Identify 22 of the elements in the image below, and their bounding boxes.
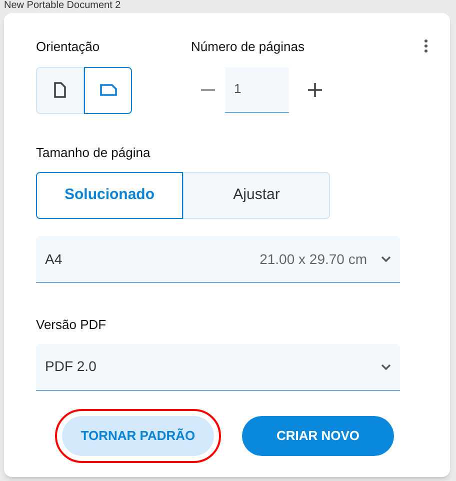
- action-button[interactable]: CRIAR NOVO: [242, 416, 394, 456]
- size-detail: 21.00 x 29.70 cm: [260, 250, 367, 268]
- pages-label: Número de páginas: [191, 38, 306, 56]
- landscape-page-icon: [100, 84, 116, 96]
- background-title: New Portable Document 2: [3, 0, 122, 12]
- page-count-field[interactable]: 1: [225, 66, 289, 112]
- minus-icon[interactable]: [201, 88, 215, 90]
- page-size-select[interactable]: A4 21.00 x 29.70 cm: [36, 236, 400, 283]
- size-mode-tab[interactable]: Ajustar: [183, 172, 330, 219]
- select-value: A4: [45, 250, 62, 268]
- portrait-page-icon: [54, 82, 66, 98]
- pdf-version-label: Versão PDF: [36, 316, 108, 334]
- plus-icon[interactable]: [307, 82, 323, 98]
- chevron-down-icon: [381, 256, 391, 262]
- select-value: PDF 2.0: [45, 357, 96, 376]
- orientation-label: Orientação: [36, 38, 101, 56]
- page-size-label: Tamanho de página: [36, 144, 152, 162]
- more-options-icon[interactable]: [424, 39, 428, 53]
- orientation-toggle[interactable]: [84, 66, 132, 114]
- chevron-down-icon: [381, 364, 391, 370]
- pdf-version-select[interactable]: PDF 2.0: [36, 344, 400, 390]
- size-mode-tab[interactable]: Solucionado: [36, 172, 183, 219]
